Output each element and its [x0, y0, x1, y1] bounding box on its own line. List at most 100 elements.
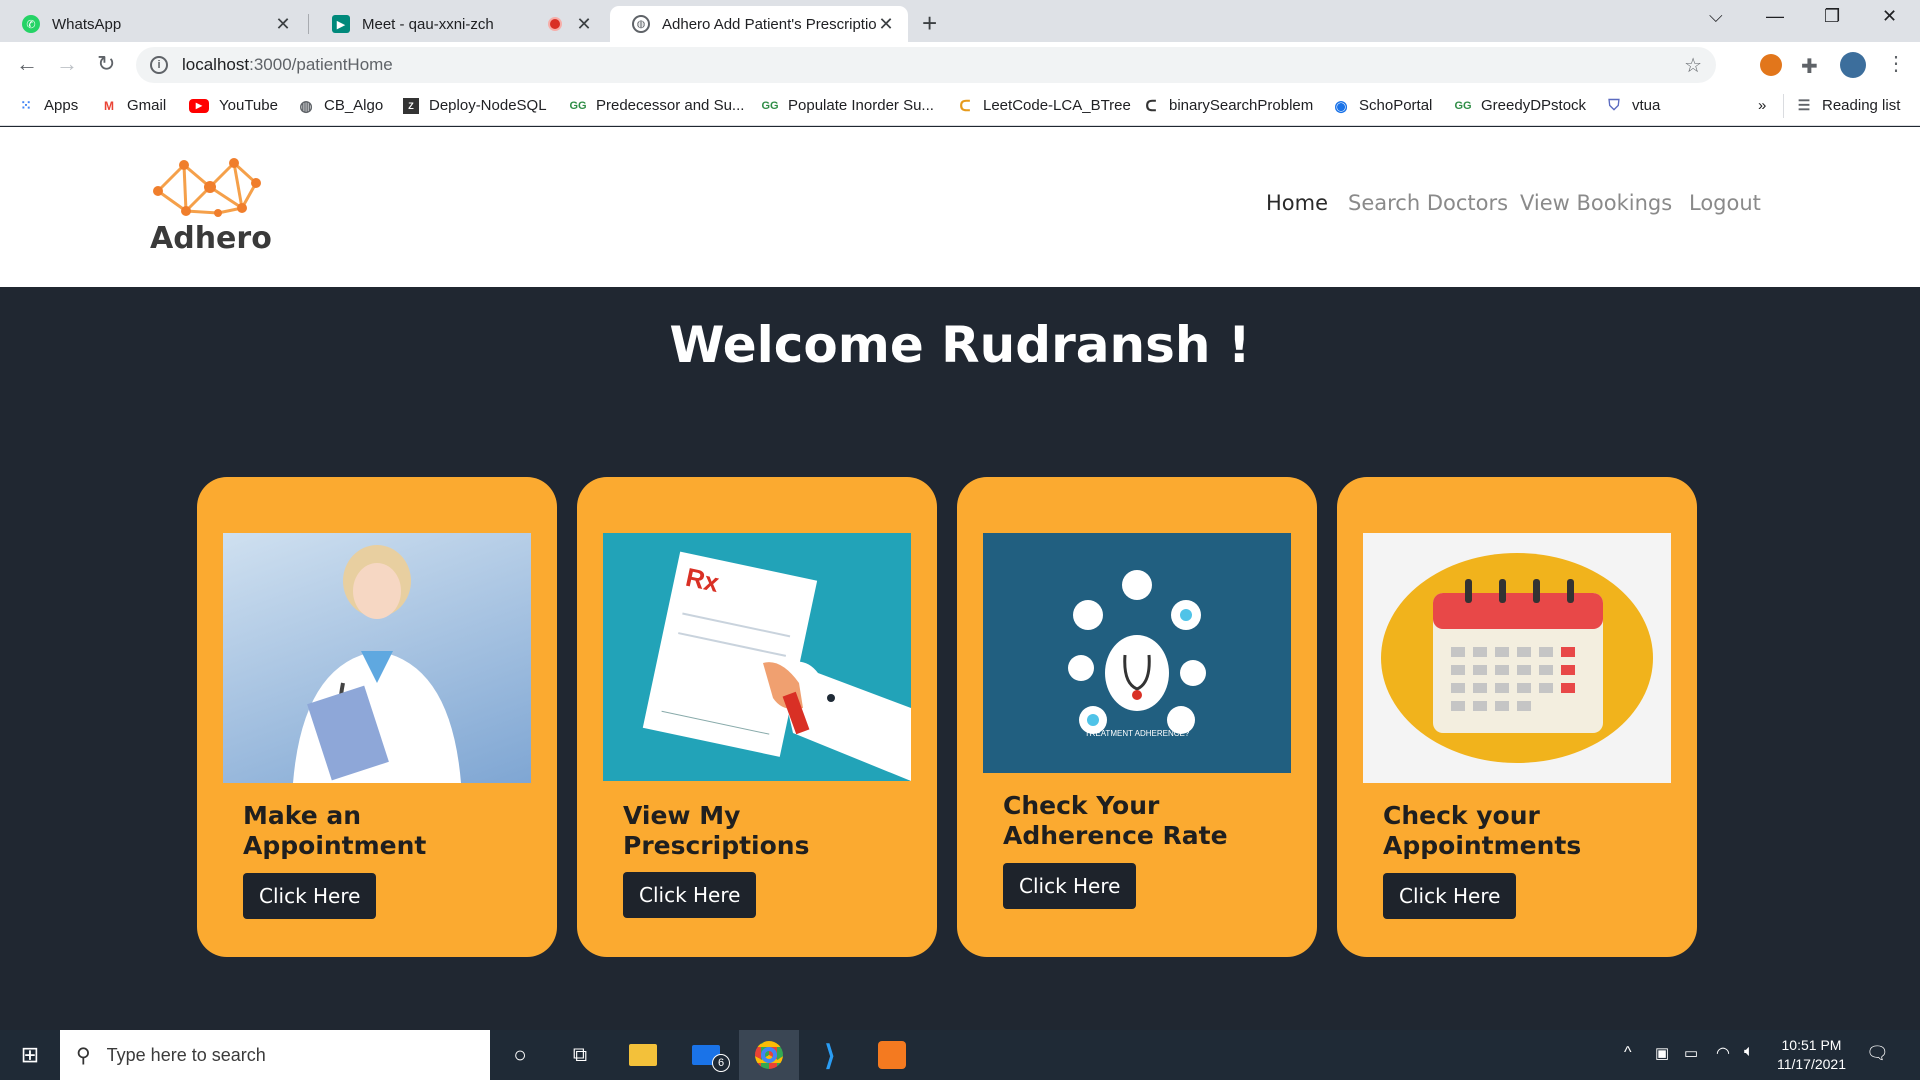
- gfg-icon: GG: [1454, 99, 1472, 112]
- bookmark-label: binarySearchProblem: [1169, 97, 1314, 114]
- bookmark-label: Apps: [44, 97, 79, 114]
- nav-logout[interactable]: Logout: [1689, 191, 1761, 215]
- notifications-icon[interactable]: 🗨︎: [1866, 1043, 1889, 1064]
- adherence-illustration: TREATMENT ADHERENCE?: [983, 533, 1291, 773]
- restore-button[interactable]: ❐: [1824, 6, 1840, 27]
- bookmark-youtube[interactable]: ▶ YouTube: [189, 97, 278, 114]
- wifi-icon[interactable]: ◠: [1716, 1043, 1730, 1063]
- site-info-icon[interactable]: i: [150, 56, 168, 74]
- volume-icon[interactable]: 🔈︎: [1744, 1043, 1754, 1061]
- bookmark-vtua[interactable]: ⛉ vtua: [1606, 97, 1660, 114]
- clock-date: 11/17/2021: [1776, 1056, 1846, 1072]
- tab-title: WhatsApp: [52, 15, 122, 33]
- mail-icon[interactable]: 6: [676, 1030, 736, 1080]
- card-title: Check Your Adherence Rate: [1003, 791, 1228, 850]
- cortana-icon[interactable]: ○: [490, 1030, 550, 1080]
- url-path: :3000/patientHome: [249, 55, 393, 74]
- globe-icon: ◍: [632, 15, 650, 33]
- show-hidden-icons-chevron-icon[interactable]: ^: [1624, 1044, 1632, 1062]
- close-icon[interactable]: ✕: [574, 14, 594, 35]
- bookmarks-overflow-button[interactable]: »: [1758, 97, 1766, 114]
- tab-title: Meet - qau-xxni-zch: [362, 15, 494, 33]
- bookmark-binary-search[interactable]: ᑕ binarySearchProblem: [1143, 97, 1314, 115]
- check-adherence-button[interactable]: Click Here: [1003, 863, 1137, 909]
- url-host: localhost: [182, 55, 250, 74]
- close-window-button[interactable]: ✕: [1882, 6, 1897, 27]
- shield-icon: ⛉: [1608, 97, 1620, 114]
- nav-search-doctors[interactable]: Search Doctors: [1348, 191, 1508, 215]
- bookmark-deploy-nodesql[interactable]: Z Deploy-NodeSQL: [403, 97, 547, 114]
- vscode-icon[interactable]: ⟩: [800, 1030, 860, 1080]
- globe-icon: ◍: [299, 97, 313, 115]
- view-prescriptions-button[interactable]: Click Here: [623, 872, 757, 918]
- site-header: Adhero Home Search Doctors View Bookings…: [0, 127, 1920, 287]
- chrome-menu-icon[interactable]: ⋮: [1886, 51, 1906, 76]
- gfg-icon: GG: [761, 99, 779, 112]
- bookmarks-bar: ⁙ Apps M Gmail ▶ YouTube ◍ CB_Algo Z Deploy-N…: [0, 88, 1920, 126]
- chrome-taskbar-icon[interactable]: [739, 1030, 799, 1080]
- overflow-chevron-icon: »: [1758, 97, 1767, 114]
- leetcode-icon: ᑕ: [959, 97, 971, 115]
- nav-home[interactable]: Home: [1266, 191, 1328, 215]
- bookmark-star-icon[interactable]: ☆: [1684, 53, 1702, 78]
- gmail-icon: M: [104, 98, 114, 113]
- meet-tray-icon[interactable]: ▣: [1655, 1044, 1669, 1062]
- tab-search-chevron-icon[interactable]: ⌵: [1709, 6, 1723, 27]
- mail-badge: 6: [712, 1054, 730, 1072]
- tab-adhero[interactable]: ◍ Adhero Add Patient's Prescription ✕: [610, 6, 908, 42]
- battery-icon[interactable]: ▭: [1684, 1044, 1698, 1062]
- card-title: Make an Appointment: [243, 801, 427, 860]
- bookmark-label: vtua: [1632, 97, 1661, 114]
- metamask-extension-icon[interactable]: [1760, 54, 1782, 76]
- bookmark-predecessor[interactable]: GG Predecessor and Su...: [569, 97, 744, 114]
- extensions-puzzle-icon[interactable]: ✚: [1801, 54, 1823, 78]
- bookmark-populate-inorder[interactable]: GG Populate Inorder Su...: [761, 97, 934, 114]
- url-text[interactable]: localhost:3000/patientHome: [182, 55, 393, 75]
- recording-icon: [548, 17, 562, 31]
- tab-divider: [308, 14, 309, 34]
- windows-start-icon[interactable]: ⊞: [0, 1030, 60, 1080]
- close-icon[interactable]: ✕: [876, 14, 896, 35]
- forward-button[interactable]: →: [56, 51, 78, 77]
- card-make-appointment: Make an Appointment Click Here: [197, 477, 557, 957]
- prescription-illustration: Rx: [603, 533, 911, 781]
- card-view-prescriptions: Rx View My Prescriptions Click Here: [577, 477, 937, 957]
- profile-avatar[interactable]: [1840, 52, 1866, 78]
- address-bar[interactable]: i localhost:3000/patientHome ☆: [136, 47, 1716, 83]
- taskbar-search-placeholder: Type here to search: [106, 1044, 266, 1065]
- bookmarks-divider: [1783, 94, 1784, 118]
- reading-list-icon: ☰: [1797, 97, 1811, 113]
- bookmark-greedy-dp[interactable]: GG GreedyDPstock: [1454, 97, 1586, 114]
- card-adherence-rate: TREATMENT ADHERENCE? Check Your Adherenc…: [957, 477, 1317, 957]
- bookmark-cb-algo[interactable]: ◍ CB_Algo: [298, 97, 384, 115]
- bookmark-apps[interactable]: ⁙ Apps: [18, 97, 78, 114]
- close-icon[interactable]: ✕: [273, 14, 293, 35]
- make-appointment-button[interactable]: Click Here: [243, 873, 377, 919]
- taskbar-search-box[interactable]: ⚲ Type here to search: [60, 1030, 490, 1080]
- illustration-caption: TREATMENT ADHERENCE?: [1084, 729, 1190, 738]
- windows-taskbar: ⊞ ⚲ Type here to search ○ ⧉ 6 ⟩ ^ ▣ ▭ ◠ …: [0, 1030, 1920, 1080]
- reading-list-button[interactable]: ☰ Reading list: [1796, 97, 1901, 114]
- tab-meet[interactable]: ▶ Meet - qau-xxni-zch ✕: [310, 6, 606, 42]
- reload-button[interactable]: ↻: [97, 51, 115, 77]
- minimize-button[interactable]: —: [1766, 6, 1784, 27]
- logo-text[interactable]: Adhero: [150, 221, 272, 256]
- browser-tab-strip: ✆ WhatsApp ✕ ▶ Meet - qau-xxni-zch ✕ ◍ A…: [0, 0, 1920, 42]
- taskbar-clock[interactable]: 10:51 PM 11/17/2021: [1777, 1036, 1846, 1074]
- bookmark-leetcode-lca[interactable]: ᑕ LeetCode-LCA_BTree: [957, 97, 1131, 115]
- task-view-icon[interactable]: ⧉: [550, 1030, 610, 1080]
- bookmark-gmail[interactable]: M Gmail: [101, 97, 166, 114]
- nav-view-bookings[interactable]: View Bookings: [1520, 191, 1672, 215]
- back-button[interactable]: ←: [16, 51, 38, 77]
- gfg-icon: GG: [569, 99, 587, 112]
- bookmark-label: CB_Algo: [324, 97, 384, 114]
- check-appointments-button[interactable]: Click Here: [1383, 873, 1517, 919]
- bookmark-schoportal[interactable]: ◉ SchoPortal: [1333, 97, 1432, 115]
- new-tab-button[interactable]: +: [922, 8, 937, 39]
- bookmark-label: Deploy-NodeSQL: [429, 97, 547, 114]
- leetcode-icon: ᑕ: [1145, 97, 1157, 115]
- tab-whatsapp[interactable]: ✆ WhatsApp ✕: [0, 6, 305, 42]
- xampp-icon[interactable]: [862, 1030, 922, 1080]
- bookmark-label: LeetCode-LCA_BTree: [983, 97, 1131, 114]
- file-explorer-icon[interactable]: [613, 1030, 673, 1080]
